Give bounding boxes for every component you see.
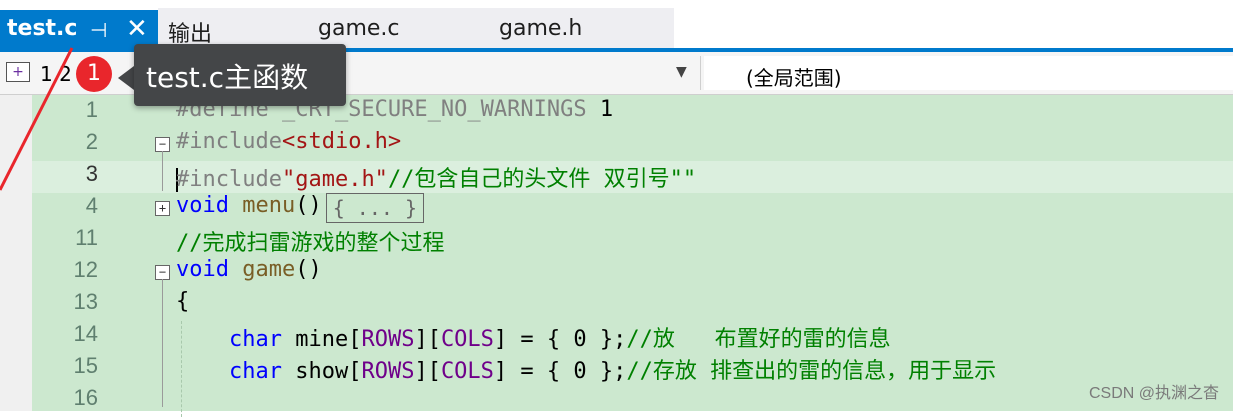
- code-editor[interactable]: 1 #define _CRT_SECURE_NO_WARNINGS 1 2− #inc…: [32, 95, 1233, 417]
- code-token: COLS: [440, 359, 494, 384]
- code-line[interactable]: 14 char mine[ROWS][COLS] = { 0 };//放 布置好…: [32, 321, 1233, 353]
- code-text: #include<stdio.h>: [176, 129, 401, 154]
- line-number: 3: [85, 161, 98, 186]
- code-line[interactable]: 2 − #include<stdio.h>: [32, 129, 1233, 161]
- line-number: 2: [85, 129, 98, 154]
- tab-game-h[interactable]: game.h: [499, 16, 582, 41]
- project-dropdown-value[interactable]: 1.2: [40, 62, 72, 86]
- tab-bar: test.c ⊣ ✕ 输出 game.c game.h: [0, 0, 1233, 48]
- line-number: 12: [73, 257, 98, 282]
- collapse-icon[interactable]: −: [155, 137, 170, 152]
- code-token: //放 布置好的雷的信息: [626, 327, 891, 352]
- code-token: ][: [414, 327, 441, 352]
- code-token: //存放 排查出的雷的信息，用于显示: [626, 359, 997, 384]
- watermark: CSDN @执渊之杳: [1088, 385, 1219, 402]
- code-token: menu: [242, 193, 296, 218]
- code-token: #include: [176, 167, 282, 192]
- line-number: 4: [85, 193, 98, 218]
- code-line[interactable]: 4 + void menu(){ ... }: [32, 193, 1233, 225]
- fold-guide: [162, 279, 163, 407]
- code-token: #include: [176, 129, 282, 154]
- scope-dropdown-value: (全局范围): [746, 66, 842, 90]
- collapsed-region[interactable]: { ... }: [325, 193, 425, 223]
- line-number: 16: [73, 385, 98, 410]
- tooltip: test.c主函数: [134, 44, 346, 106]
- chevron-down-icon[interactable]: ▼: [676, 64, 687, 80]
- code-token: ] = { 0 };: [493, 327, 627, 352]
- code-text: char show[ROWS][COLS] = { 0 };//存放 排查出的雷…: [176, 353, 996, 385]
- line-number: 13: [73, 289, 98, 314]
- code-line[interactable]: 12 − void game(): [32, 257, 1233, 289]
- code-text: //完成扫雷游戏的整个过程: [176, 225, 445, 257]
- indent-guide: [181, 321, 182, 417]
- scope-dropdown[interactable]: (全局范围): [704, 56, 1233, 90]
- annotation-badge: 1: [76, 56, 112, 92]
- code-text: char mine[ROWS][COLS] = { 0 };//放 布置好的雷的…: [176, 321, 891, 353]
- code-token: ROWS: [361, 327, 415, 352]
- code-token: void: [176, 257, 243, 282]
- tab-game-c[interactable]: game.c: [318, 16, 400, 41]
- code-token: game: [242, 257, 296, 282]
- tab-test-c[interactable]: test.c ⊣ ✕: [0, 10, 158, 48]
- code-token: void: [176, 193, 243, 218]
- code-token: (): [295, 257, 322, 282]
- code-text: {: [176, 289, 189, 314]
- code-line[interactable]: 13 {: [32, 289, 1233, 321]
- code-text: void menu(){ ... }: [176, 193, 425, 223]
- code-token: ] = { 0 };: [493, 359, 627, 384]
- line-number: 1: [85, 97, 98, 122]
- tooltip-pointer: [118, 66, 134, 90]
- close-icon[interactable]: ✕: [126, 14, 148, 44]
- code-token: show[: [295, 359, 362, 384]
- editor-margin: [0, 95, 32, 411]
- code-line[interactable]: 11 //完成扫雷游戏的整个过程: [32, 225, 1233, 257]
- fold-guide: [162, 151, 163, 191]
- code-token: {: [176, 289, 190, 314]
- collapse-icon[interactable]: −: [155, 265, 170, 280]
- code-token: //完成扫雷游戏的整个过程: [176, 231, 445, 256]
- line-number: 15: [73, 353, 98, 378]
- code-token: ROWS: [361, 359, 415, 384]
- code-token: char: [228, 359, 296, 384]
- code-token: 1: [599, 97, 614, 122]
- nav-divider: [700, 56, 701, 90]
- code-token: "game.h": [281, 167, 388, 192]
- tooltip-text: test.c主函数: [146, 61, 309, 94]
- code-text: void game(): [176, 257, 322, 282]
- code-token: (): [295, 193, 322, 218]
- code-token: mine[: [295, 327, 362, 352]
- code-token: COLS: [440, 327, 494, 352]
- pin-icon[interactable]: ⊣: [90, 18, 107, 42]
- code-line[interactable]: 16: [32, 385, 1233, 417]
- code-token: ][: [414, 359, 441, 384]
- code-token: //包含自己的头文件 双引号"": [387, 167, 697, 192]
- inactive-tab-strip: 输出 game.c game.h: [158, 8, 674, 48]
- code-line[interactable]: 3 #include"game.h"//包含自己的头文件 双引号"": [32, 161, 1233, 193]
- code-line[interactable]: 15 char show[ROWS][COLS] = { 0 };//存放 排查…: [32, 353, 1233, 385]
- code-token: char: [228, 327, 296, 352]
- expand-icon[interactable]: +: [155, 201, 170, 216]
- line-number: 11: [75, 225, 98, 250]
- tab-test-c-label: test.c: [7, 16, 78, 41]
- project-scope-icon: +: [6, 62, 30, 82]
- code-token: <stdio.h>: [281, 129, 402, 154]
- code-text: #include"game.h"//包含自己的头文件 双引号"": [176, 161, 696, 193]
- line-number: 14: [73, 321, 98, 346]
